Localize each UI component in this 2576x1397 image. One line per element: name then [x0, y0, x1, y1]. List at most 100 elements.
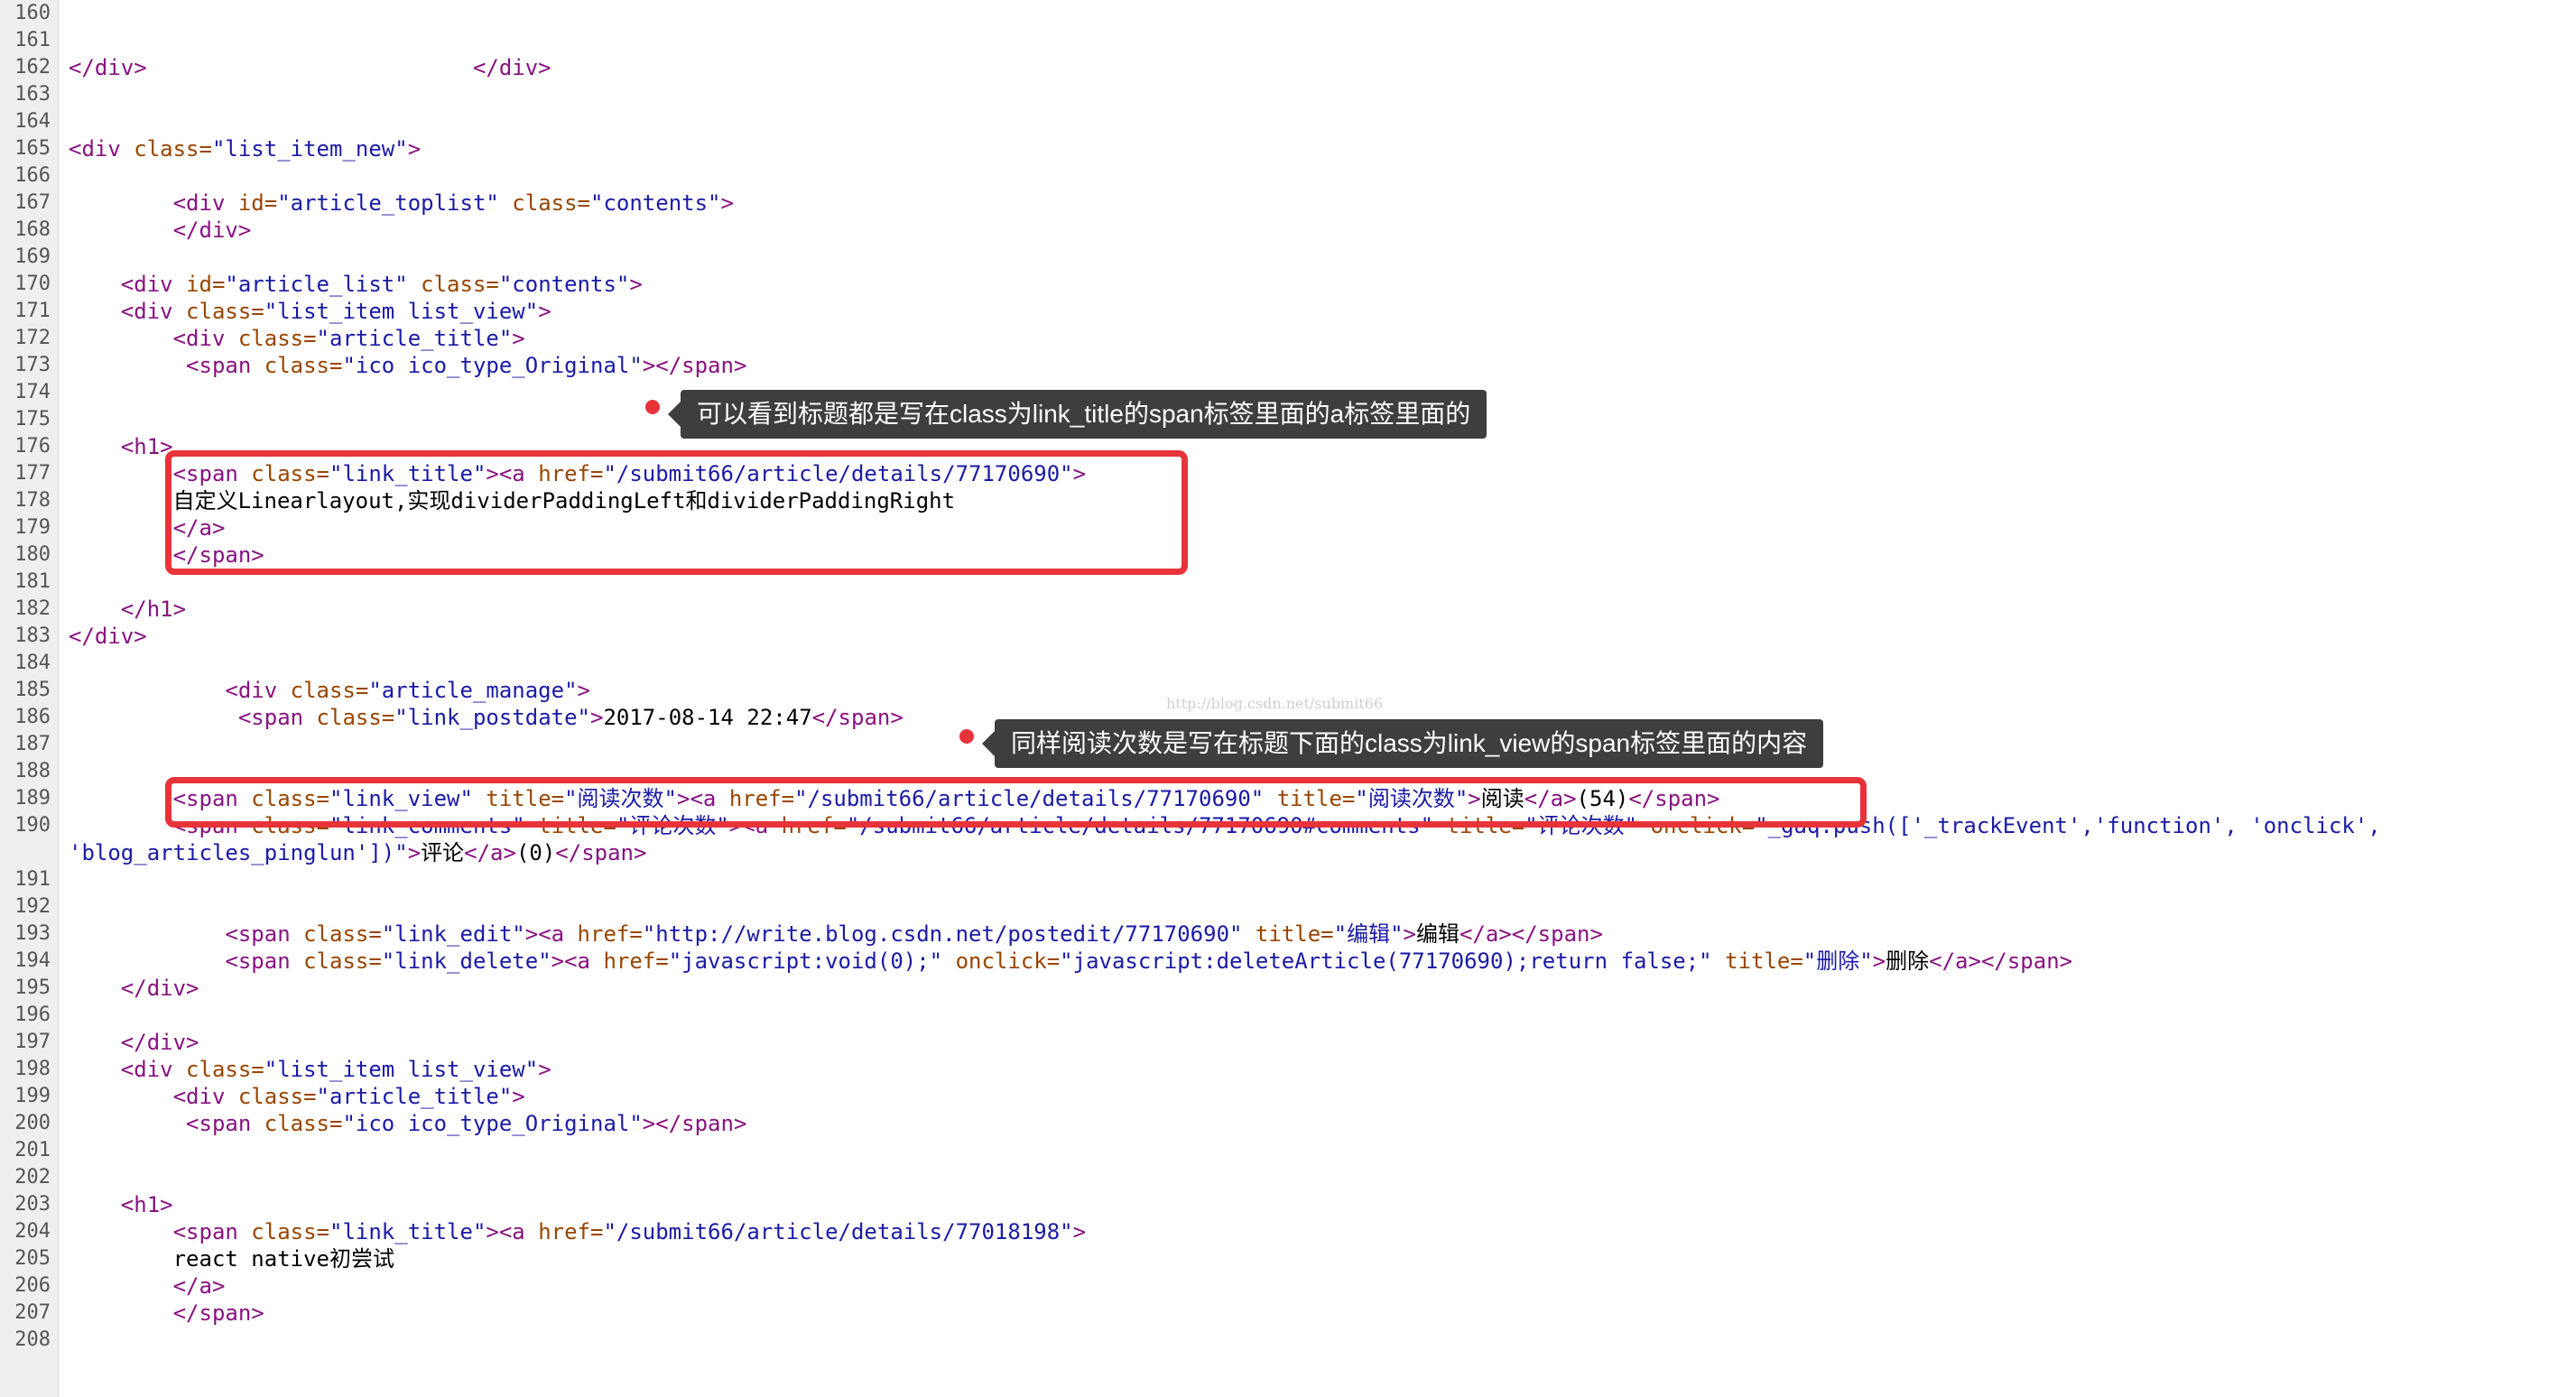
code-token: (0)	[515, 840, 556, 865]
code-token: >	[538, 1057, 551, 1082]
line-number: 183	[14, 624, 51, 647]
code-token: </a></span>	[1929, 948, 2073, 974]
line-number: 184	[14, 652, 51, 674]
line-number: 187	[14, 733, 51, 755]
code-token: <span	[186, 1111, 264, 1136]
line-number: 206	[14, 1274, 51, 1297]
code-token: 编辑	[1415, 921, 1459, 947]
line-number: 193	[14, 922, 51, 945]
line-number: 203	[14, 1193, 51, 1216]
line-number: 199	[14, 1085, 51, 1107]
annotation-marker-dot	[959, 729, 974, 744]
code-token: "article_title"	[316, 1084, 513, 1109]
annotation-marker-dot	[645, 400, 660, 414]
line-number: 181	[14, 570, 51, 593]
code-token: >	[577, 678, 590, 703]
code-token: <div	[172, 190, 238, 216]
line-number: 172	[14, 327, 51, 349]
code-token: ></span>	[642, 1111, 747, 1136]
code-text: <div class="list_item list_view">	[69, 298, 551, 325]
code-token: "list_item list_view"	[264, 1057, 539, 1082]
code-token: <h1>	[120, 1192, 173, 1217]
code-text: </div>	[69, 975, 199, 1002]
code-token: 2017-08-14 22:47	[603, 705, 812, 730]
code-token: class=	[512, 190, 590, 216]
code-token: class=	[237, 1084, 317, 1109]
code-token: class=	[303, 921, 382, 947]
line-number: 208	[14, 1328, 51, 1351]
code-text: <div class="article_title">	[69, 325, 525, 352]
code-text: <h1>	[69, 433, 173, 460]
line-number: 179	[14, 516, 51, 539]
line-number: 195	[14, 976, 51, 999]
code-token: </div>	[69, 55, 147, 80]
code-text: <span class="ico ico_type_Original"></sp…	[69, 352, 746, 379]
line-number: 162	[14, 56, 51, 79]
line-number: 166	[14, 164, 51, 187]
code-token: <div	[120, 299, 187, 324]
line-number: 196	[14, 1004, 51, 1026]
code-token: "link_title"	[329, 1219, 486, 1244]
code-token: </div>	[120, 1030, 199, 1055]
code-token: href=	[538, 1219, 604, 1244]
line-number: 165	[14, 137, 51, 160]
line-number: 168	[14, 218, 51, 241]
code-token: class=	[290, 678, 369, 703]
line-number: 164	[14, 110, 51, 133]
line-number: 207	[14, 1301, 51, 1324]
code-token: <span	[186, 353, 264, 378]
code-text: <span class="link_title"><a href="/submi…	[69, 1218, 1086, 1245]
code-token: </div>	[120, 976, 199, 1001]
code-token: "编辑"	[1333, 921, 1404, 947]
line-number: 197	[14, 1031, 51, 1053]
line-number: 200	[14, 1112, 51, 1134]
code-token: 'blog_articles_pinglun'])"	[69, 840, 408, 865]
code-token: "list_item_new"	[211, 136, 408, 162]
code-token: class=	[421, 272, 499, 297]
code-token: <span	[237, 705, 317, 730]
code-token: "contents"	[498, 272, 630, 297]
code-token: id=	[237, 190, 278, 216]
code-token: >	[590, 705, 604, 730]
code-token: class=	[264, 353, 343, 378]
code-token: >	[720, 190, 734, 216]
code-token: >	[1403, 921, 1416, 947]
line-number: 160	[14, 2, 51, 24]
code-token: class=	[186, 1057, 264, 1082]
code-text: <div class="list_item_new">	[69, 135, 421, 162]
line-number: 180	[14, 543, 51, 566]
code-token: >	[512, 326, 525, 351]
line-number: 161	[14, 29, 51, 51]
code-token: </span>	[811, 705, 903, 730]
code-text: <div class="list_item list_view">	[69, 1056, 551, 1083]
code-text: 'blog_articles_pinglun'])">评论</a>(0)</sp…	[69, 839, 646, 866]
code-text: </h1>	[69, 596, 186, 623]
line-number: 174	[14, 381, 51, 403]
annotation-link-view: 同样阅读次数是写在标题下面的class为link_view的span标签里面的内…	[981, 719, 1824, 768]
code-token: "javascript:void(0);"	[668, 948, 943, 974]
code-token: </span>	[172, 1300, 264, 1326]
code-text: <h1>	[69, 1191, 173, 1218]
code-token: <div	[172, 326, 238, 351]
code-token: </a></span>	[1459, 921, 1603, 947]
code-token: <div	[69, 136, 134, 162]
line-number: 192	[14, 895, 51, 918]
code-token: "link_postdate"	[394, 705, 590, 730]
line-number: 167	[14, 191, 51, 214]
code-token: >	[629, 272, 643, 297]
line-number: 173	[14, 354, 51, 376]
code-token: "http://write.blog.csdn.net/postedit/771…	[642, 921, 1243, 947]
